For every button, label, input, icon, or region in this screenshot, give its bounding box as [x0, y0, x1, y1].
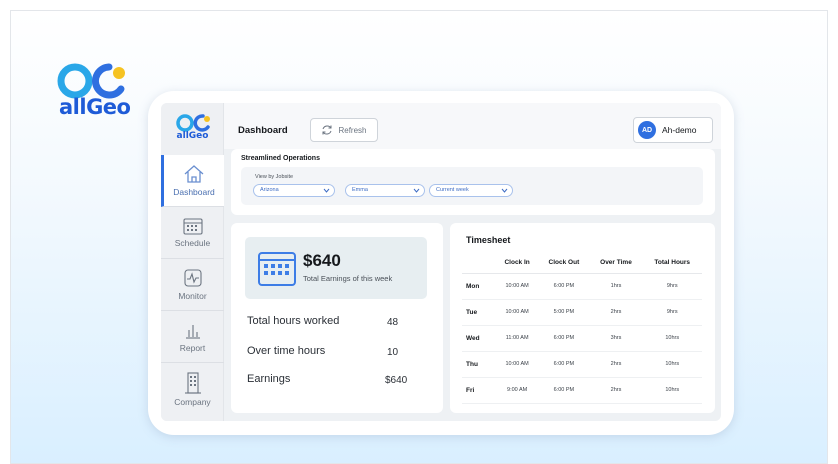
top-bar: Dashboard Refresh AD Ah-demo [224, 103, 721, 149]
jobsite-select[interactable]: Arizona [253, 184, 335, 197]
cell-clock-in: 10:00 AM [496, 351, 539, 378]
pulse-icon [183, 269, 202, 287]
cell-overtime: 3hrs [589, 325, 643, 352]
calendar-icon [258, 252, 296, 286]
employee-value: Emma [352, 187, 368, 193]
sidebar-item-dashboard[interactable]: Dashboard [161, 155, 224, 207]
table-row: Wed 11:00 AM 6:00 PM 3hrs 10hrs [462, 325, 702, 352]
sidebar: allGeo Dashboard Schedule Monitor Report… [161, 103, 224, 421]
view-by-label: View by Jobsite [255, 174, 294, 180]
table-header-row: Clock In Clock Out Over Time Total Hours [462, 253, 702, 274]
sidebar-logo-text: allGeo [176, 131, 209, 141]
column-header: Clock Out [538, 253, 590, 274]
cell-clock-in: 10:00 AM [496, 273, 539, 300]
cell-overtime: 2hrs [589, 351, 643, 378]
cell-day: Thu [462, 351, 496, 378]
building-icon [184, 371, 201, 394]
table-row: Thu 10:00 AM 6:00 PM 2hrs 10hrs [462, 351, 702, 378]
cell-overtime: 2hrs [589, 299, 643, 326]
sidebar-item-label: Company [174, 396, 211, 407]
sidebar-item-label: Schedule [174, 238, 211, 248]
stat-label: Over time hours [247, 345, 326, 357]
sidebar-item-schedule[interactable]: Schedule [161, 207, 224, 259]
table-row: Tue 10:00 AM 5:00 PM 2hrs 9hrs [462, 299, 702, 326]
cell-clock-out: 5:00 PM [538, 299, 590, 326]
cell-overtime: 2hrs [589, 377, 643, 404]
user-menu-button[interactable]: AD Ah-demo [633, 117, 713, 143]
column-header [462, 253, 496, 274]
cell-day: Fri [462, 377, 496, 404]
stat-value: 10 [387, 347, 399, 358]
employee-select[interactable]: Emma [345, 184, 425, 197]
sidebar-item-monitor[interactable]: Monitor [161, 259, 224, 311]
calendar-icon [182, 218, 203, 235]
column-header: Total Hours [642, 253, 702, 274]
timesheet-card: Timesheet Clock In Clock Out Over Time T… [450, 223, 715, 413]
timesheet-title: Timesheet [466, 235, 511, 245]
sidebar-item-report[interactable]: Report [161, 311, 224, 363]
cell-day: Mon [462, 273, 496, 300]
refresh-icon [322, 125, 332, 135]
filters-title: Streamlined Operations [241, 155, 320, 162]
cell-clock-out: 6:00 PM [538, 377, 590, 404]
cell-clock-in: 11:00 AM [496, 325, 539, 352]
user-name: Ah-demo [662, 125, 697, 135]
earnings-banner: $640 Total Earnings of this week [245, 237, 427, 299]
brand-name: allGeo [59, 95, 131, 119]
column-header: Clock In [496, 253, 539, 274]
stat-label: Earnings [247, 373, 291, 385]
background-stage: allGeo allGeo Dashboard Schedule Monitor… [10, 10, 828, 464]
avatar: AD [638, 121, 656, 139]
home-icon [184, 165, 204, 183]
sidebar-item-company[interactable]: Company [161, 363, 224, 415]
cell-total: 10hrs [642, 325, 702, 352]
filters-panel: View by Jobsite Arizona Emma Current wee… [241, 167, 703, 205]
period-select[interactable]: Current week [429, 184, 513, 197]
chevron-down-icon [413, 188, 420, 193]
sidebar-item-label: Report [179, 343, 206, 353]
page-title: Dashboard [238, 125, 288, 136]
cell-total: 9hrs [642, 273, 702, 300]
cell-clock-out: 6:00 PM [538, 351, 590, 378]
chevron-down-icon [323, 188, 330, 193]
cell-clock-out: 6:00 PM [538, 325, 590, 352]
chevron-down-icon [501, 188, 508, 193]
jobsite-value: Arizona [260, 187, 279, 193]
cell-total: 10hrs [642, 377, 702, 404]
column-header: Over Time [589, 253, 643, 274]
cell-day: Wed [462, 325, 496, 352]
cell-total: 10hrs [642, 351, 702, 378]
sidebar-item-label: Monitor [178, 291, 207, 301]
cell-total: 9hrs [642, 299, 702, 326]
earnings-subtitle: Total Earnings of this week [303, 274, 393, 283]
cell-day: Tue [462, 299, 496, 326]
cell-clock-out: 6:00 PM [538, 273, 590, 300]
table-row: Mon 10:00 AM 6:00 PM 1hrs 9hrs [462, 273, 702, 300]
timesheet-table: Clock In Clock Out Over Time Total Hours… [462, 253, 702, 404]
filters-card: Streamlined Operations View by Jobsite A… [231, 149, 715, 215]
stat-value: $640 [385, 375, 408, 386]
stat-value: 48 [387, 317, 399, 328]
app-screen: allGeo Dashboard Schedule Monitor Report… [161, 103, 721, 421]
sidebar-item-label: Dashboard [173, 187, 215, 197]
table-row: Fri 9:00 AM 6:00 PM 2hrs 10hrs [462, 377, 702, 404]
bar-chart-icon [185, 325, 200, 339]
stat-label: Total hours worked [247, 315, 340, 327]
cell-clock-in: 9:00 AM [496, 377, 539, 404]
refresh-button[interactable]: Refresh [310, 118, 378, 142]
cell-clock-in: 10:00 AM [496, 299, 539, 326]
earnings-amount: $640 [303, 251, 341, 270]
cell-overtime: 1hrs [589, 273, 643, 300]
period-value: Current week [436, 187, 469, 193]
refresh-label: Refresh [338, 125, 367, 135]
earnings-card: $640 Total Earnings of this week Total h… [231, 223, 443, 413]
